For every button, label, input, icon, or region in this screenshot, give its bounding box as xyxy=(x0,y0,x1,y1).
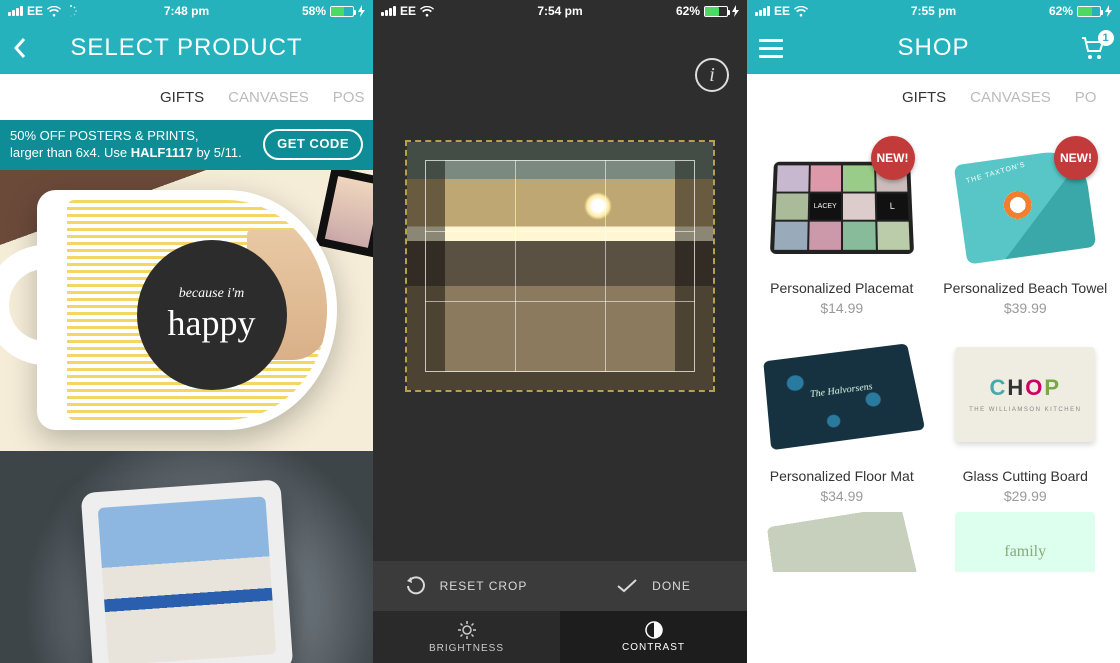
product-name: Personalized Floor Mat xyxy=(757,468,927,484)
wifi-icon xyxy=(794,6,808,17)
wifi-icon xyxy=(47,6,61,17)
charging-icon xyxy=(732,5,739,17)
product-card-floormat[interactable]: The Halvorsens Personalized Floor Mat $3… xyxy=(757,324,927,504)
product-card-partial-2[interactable]: family xyxy=(941,512,1111,572)
cart-button[interactable]: 1 xyxy=(1080,36,1106,60)
menu-button[interactable] xyxy=(759,39,783,58)
carrier-label: EE xyxy=(400,4,416,18)
product-grid: LACEYL NEW! Personalized Placemat $14.99… xyxy=(747,120,1120,663)
tab-gifts[interactable]: GIFTS xyxy=(902,89,946,106)
signal-icon xyxy=(755,6,770,16)
tab-canvases[interactable]: CANVASES xyxy=(228,89,309,106)
crop-frame[interactable] xyxy=(405,140,715,392)
photo-frame-decor xyxy=(315,170,373,257)
editor-tabs: BRIGHTNESS CONTRAST xyxy=(373,611,747,663)
charging-icon xyxy=(358,5,365,17)
done-label: DONE xyxy=(652,579,691,593)
reset-icon xyxy=(406,576,426,596)
signal-icon xyxy=(381,6,396,16)
contrast-label: CONTRAST xyxy=(622,642,685,653)
tab-gifts[interactable]: GIFTS xyxy=(160,89,204,106)
status-bar: EE 7:48 pm 58% xyxy=(0,0,373,22)
mug-text-1: because i'm xyxy=(179,286,245,302)
brightness-label: BRIGHTNESS xyxy=(429,643,504,654)
promo-text: 50% OFF POSTERS & PRINTS, larger than 6x… xyxy=(10,128,242,162)
check-icon xyxy=(616,578,638,594)
promo-banner[interactable]: 50% OFF POSTERS & PRINTS, larger than 6x… xyxy=(0,120,373,170)
tab-posters[interactable]: PO xyxy=(1075,89,1097,106)
new-badge: NEW! xyxy=(871,136,915,180)
product-name: Personalized Placemat xyxy=(757,280,927,296)
product-name: Personalized Beach Towel xyxy=(941,280,1111,296)
contrast-icon xyxy=(645,621,663,639)
product-price: $39.99 xyxy=(941,300,1111,316)
status-bar: EE 7:55 pm 62% xyxy=(747,0,1120,22)
battery-icon xyxy=(704,6,728,17)
brightness-tab[interactable]: BRIGHTNESS xyxy=(373,611,560,663)
done-button[interactable]: DONE xyxy=(560,561,747,611)
product-card-partial-1[interactable]: L♥VE xyxy=(757,512,927,572)
category-tabs: GIFTS CANVASES POS xyxy=(0,74,373,120)
charging-icon xyxy=(1105,5,1112,17)
cutboard-graphic: CHOP THE WILLIAMSON KITCHEN xyxy=(955,347,1095,442)
mug-text-2: happy xyxy=(168,302,256,344)
tab-canvases[interactable]: CANVASES xyxy=(970,89,1051,106)
product-card-towel[interactable]: THE TAXTON'S NEW! Personalized Beach Tow… xyxy=(941,136,1111,316)
wifi-icon xyxy=(420,6,434,17)
product-price: $34.99 xyxy=(757,488,927,504)
app-header: SHOP 1 xyxy=(747,22,1120,74)
product-tile-pillow[interactable] xyxy=(0,451,373,663)
product-price: $14.99 xyxy=(757,300,927,316)
app-header: SELECT PRODUCT xyxy=(0,22,373,74)
carrier-label: EE xyxy=(27,4,43,18)
battery-pct-label: 62% xyxy=(676,4,700,18)
get-code-button[interactable]: GET CODE xyxy=(263,129,363,160)
product-card-placemat[interactable]: LACEYL NEW! Personalized Placemat $14.99 xyxy=(757,136,927,316)
reset-crop-label: RESET CROP xyxy=(440,579,528,593)
battery-pct-label: 58% xyxy=(302,4,326,18)
product-name: Glass Cutting Board xyxy=(941,468,1111,484)
floormat-graphic: The Halvorsens xyxy=(763,343,925,450)
battery-icon xyxy=(330,6,354,17)
product-card-cutboard[interactable]: CHOP THE WILLIAMSON KITCHEN Glass Cuttin… xyxy=(941,324,1111,504)
battery-icon xyxy=(1077,6,1101,17)
photo-editor: i xyxy=(373,22,747,561)
clock-label: 7:48 pm xyxy=(164,4,209,18)
brightness-icon xyxy=(457,620,477,640)
product-tile-mug[interactable]: because i'm happy xyxy=(0,170,373,451)
carrier-label: EE xyxy=(774,4,790,18)
product-price: $29.99 xyxy=(941,488,1111,504)
info-button[interactable]: i xyxy=(695,58,729,92)
contrast-tab[interactable]: CONTRAST xyxy=(560,611,747,663)
signal-icon xyxy=(8,6,23,16)
page-title: SHOP xyxy=(897,34,969,62)
page-title: SELECT PRODUCT xyxy=(70,34,302,62)
clock-label: 7:55 pm xyxy=(911,4,956,18)
clock-label: 7:54 pm xyxy=(537,4,582,18)
promo-line1: 50% OFF POSTERS & PRINTS, xyxy=(10,128,242,145)
back-icon[interactable] xyxy=(12,36,28,60)
plate-graphic: L♥VE xyxy=(767,512,921,572)
promo-line2: larger than 6x4. Use HALF1117 by 5/11. xyxy=(10,145,242,162)
cart-badge: 1 xyxy=(1098,30,1114,46)
tab-posters[interactable]: POS xyxy=(333,89,365,106)
battery-pct-label: 62% xyxy=(1049,4,1073,18)
glass-graphic: family xyxy=(955,512,1095,572)
mug-graphic: because i'm happy xyxy=(37,190,337,430)
loading-icon xyxy=(65,5,77,17)
category-tabs: GIFTS CANVASES PO xyxy=(747,74,1120,120)
editor-actions: RESET CROP DONE xyxy=(373,561,747,611)
new-badge: NEW! xyxy=(1054,136,1098,180)
status-bar: EE 7:54 pm 62% xyxy=(373,0,747,22)
reset-crop-button[interactable]: RESET CROP xyxy=(373,561,560,611)
pillow-graphic xyxy=(80,479,293,663)
